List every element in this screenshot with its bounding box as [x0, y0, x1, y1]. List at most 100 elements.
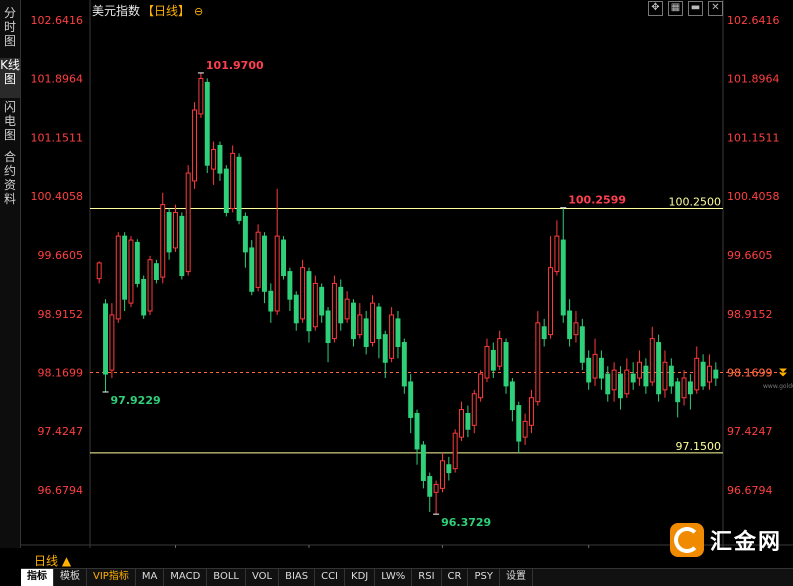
- candle-body-94: [694, 357, 700, 391]
- candle-body-23: [242, 215, 248, 253]
- candle-body-13: [179, 215, 185, 277]
- candle-body-58: [465, 412, 471, 430]
- indicator-tab-10[interactable]: LW%: [375, 569, 413, 586]
- candle-body-1: [103, 303, 109, 375]
- candle-body-74: [567, 310, 573, 340]
- candle-body-85: [637, 361, 643, 379]
- candle-body-7: [141, 278, 147, 316]
- candle-body-83: [624, 369, 630, 395]
- y-tick-left-7: 97.4247: [38, 425, 84, 438]
- period-tag[interactable]: 【日线】: [142, 4, 190, 18]
- candle-body-50: [414, 412, 420, 450]
- candle-body-49: [408, 381, 414, 418]
- y-tick-right-1: 101.8964: [727, 73, 780, 86]
- indicator-tab-7[interactable]: BIAS: [279, 569, 316, 586]
- level-label-1: 97.1500: [676, 440, 722, 453]
- candle-body-17: [204, 81, 210, 166]
- candle-body-82: [617, 373, 623, 399]
- level-label-0: 100.2500: [669, 196, 722, 209]
- candle-body-64: [503, 342, 509, 387]
- indicator-tab-bar: 指标 模板 VIP指标 MA MACD BOLL VOL BIAS CCI KDJ LW% RSI CR…: [21, 568, 793, 586]
- candle-body-15: [192, 109, 198, 182]
- left-tab-0[interactable]: 分时图: [0, 6, 20, 52]
- candle-body-75: [573, 322, 579, 336]
- candle-body-44: [376, 306, 382, 340]
- candle-body-72: [554, 235, 560, 273]
- candle-body-71: [548, 267, 554, 336]
- candle-body-36: [325, 310, 331, 344]
- candle-body-29: [281, 239, 287, 277]
- candle-body-42: [363, 318, 369, 347]
- y-tick-right-8: 96.6794: [727, 484, 773, 497]
- indicator-tab-3[interactable]: MA: [136, 569, 165, 586]
- candle-body-24: [249, 247, 255, 292]
- candle-body-69: [535, 322, 541, 403]
- period-selector[interactable]: 日线 ▲: [34, 552, 71, 569]
- candle-body-79: [598, 357, 604, 379]
- left-tab-1[interactable]: K线图: [0, 58, 20, 98]
- indicator-tab-1[interactable]: 模板: [54, 569, 87, 586]
- candle-body-87: [649, 338, 655, 383]
- candle-body-91: [675, 381, 681, 403]
- y-tick-left-8: 96.6794: [38, 484, 84, 497]
- candle-body-55: [446, 464, 452, 474]
- candle-body-76: [579, 326, 585, 363]
- candle-body-59: [471, 393, 477, 426]
- candle-body-20: [223, 168, 229, 213]
- candle-body-32: [300, 267, 306, 320]
- candle-body-43: [370, 302, 376, 344]
- left-tab-3[interactable]: 合约资料: [0, 150, 20, 214]
- candle-body-62: [490, 349, 496, 371]
- y-tick-right-5: 98.9152: [727, 308, 773, 321]
- candle-body-45: [382, 334, 388, 363]
- candle-body-60: [478, 373, 484, 399]
- candle-body-21: [230, 152, 236, 210]
- indicator-tab-5[interactable]: BOLL: [207, 569, 246, 586]
- candle-body-56: [452, 432, 458, 470]
- minimize-icon[interactable]: ▬: [688, 1, 703, 16]
- candle-body-3: [115, 235, 121, 320]
- candle-body-19: [217, 144, 223, 174]
- grid-icon[interactable]: ▦: [668, 1, 683, 16]
- expand-icon[interactable]: ✥: [648, 1, 663, 16]
- candle-body-53: [433, 483, 439, 493]
- indicator-tab-9[interactable]: KDJ: [345, 569, 376, 586]
- candle-body-65: [509, 381, 515, 411]
- candle-body-2: [109, 314, 115, 371]
- site-url: www.gold678.com: [763, 383, 793, 390]
- y-tick-left-6: 98.1699: [38, 367, 84, 380]
- indicator-tab-8[interactable]: CCI: [315, 569, 346, 586]
- logo-mark-icon: [670, 523, 704, 557]
- indicator-tab-2[interactable]: VIP指标: [87, 569, 136, 586]
- circle-minus-icon[interactable]: ⊖: [194, 5, 203, 18]
- candle-body-92: [681, 377, 687, 399]
- indicator-tab-6[interactable]: VOL: [246, 569, 280, 586]
- candle-body-12: [172, 211, 178, 249]
- left-view-tabs: 分时图 K线图 闪电图 合约资料: [0, 0, 21, 548]
- indicator-tab-12[interactable]: CR: [442, 569, 469, 586]
- indicator-tab-4[interactable]: MACD: [164, 569, 208, 586]
- candle-body-0: [96, 262, 102, 280]
- indicator-tab-0[interactable]: 指标: [21, 569, 54, 586]
- indicator-tab-14[interactable]: 设置: [500, 569, 533, 586]
- indicator-tab-11[interactable]: RSI: [412, 569, 442, 586]
- candle-body-22: [236, 156, 242, 221]
- y-tick-right-4: 99.6605: [727, 249, 773, 262]
- candle-body-48: [401, 342, 407, 387]
- y-tick-right-3: 100.4058: [727, 190, 780, 203]
- candle-body-38: [338, 286, 344, 324]
- left-tab-2[interactable]: 闪电图: [0, 100, 20, 148]
- candle-body-96: [706, 365, 712, 383]
- close-icon[interactable]: ✕: [708, 1, 723, 16]
- brand-logo: 汇金网: [670, 523, 782, 557]
- indicator-tab-13[interactable]: PSY: [468, 569, 500, 586]
- candle-body-34: [312, 282, 318, 328]
- candle-body-40: [350, 302, 356, 340]
- candle-body-66: [516, 405, 522, 442]
- kline-chart[interactable]: 102.6416 102.6416 101.8964 101.8964 101.1511…: [21, 0, 793, 564]
- instrument-name: 美元指数: [92, 4, 141, 18]
- y-tick-left-2: 101.1511: [31, 131, 84, 144]
- y-tick-left-3: 100.4058: [31, 190, 84, 203]
- candle-body-14: [185, 172, 191, 273]
- candle-body-73: [560, 239, 566, 316]
